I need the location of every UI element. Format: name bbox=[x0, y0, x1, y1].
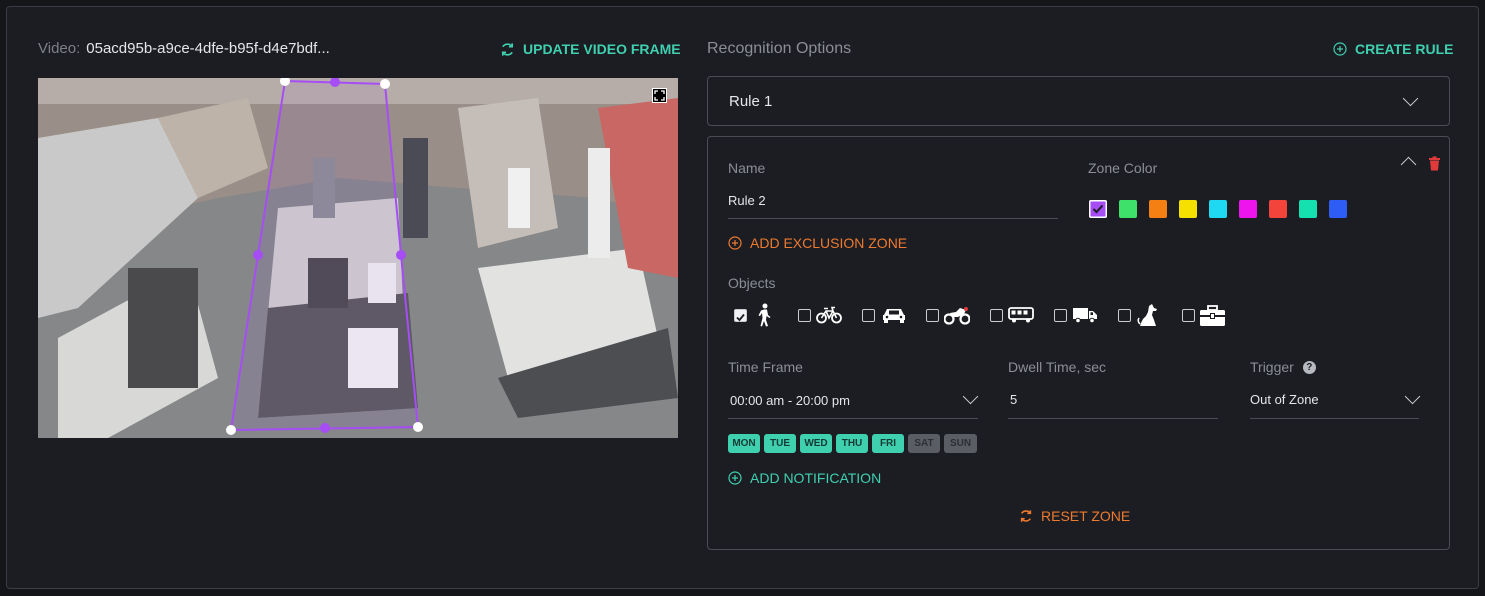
time-frame-label: Time Frame bbox=[728, 359, 803, 375]
day-chip-fri[interactable]: FRI bbox=[872, 434, 904, 453]
rule-1-accordion[interactable]: Rule 1 bbox=[707, 76, 1450, 126]
zone-color-swatch[interactable] bbox=[1209, 200, 1227, 218]
day-chip-mon[interactable]: MON bbox=[728, 434, 760, 453]
object-checkbox-car[interactable] bbox=[862, 309, 875, 322]
trash-icon[interactable] bbox=[1428, 156, 1441, 171]
trigger-label-row: Trigger ? bbox=[1250, 359, 1316, 375]
video-label: Video: 05acd95b-a9ce-4dfe-b95f-d4e7bdf... bbox=[38, 40, 330, 57]
day-chip-thu[interactable]: THU bbox=[836, 434, 868, 453]
time-frame-value: 00:00 am - 20:00 pm bbox=[730, 393, 850, 408]
create-rule-button[interactable]: CREATE RULE bbox=[1333, 41, 1454, 57]
time-frame-select[interactable]: 00:00 am - 20:00 pm bbox=[728, 386, 979, 419]
name-value: Rule 2 bbox=[728, 193, 766, 208]
dog-icon bbox=[1137, 304, 1157, 326]
bicycle-icon bbox=[816, 306, 842, 324]
refresh-icon bbox=[501, 42, 514, 56]
day-chip-sun[interactable]: SUN bbox=[944, 434, 977, 453]
object-checkbox-bag[interactable] bbox=[1182, 309, 1195, 322]
chevron-down-icon bbox=[1404, 388, 1421, 405]
plus-circle-icon bbox=[1333, 42, 1347, 56]
object-checkbox-motorcycle[interactable] bbox=[926, 309, 939, 322]
dwell-time-label: Dwell Time, sec bbox=[1008, 359, 1107, 375]
trigger-value: Out of Zone bbox=[1250, 392, 1319, 407]
create-rule-label: CREATE RULE bbox=[1355, 41, 1454, 57]
object-checkbox-dog[interactable] bbox=[1118, 309, 1131, 322]
recognition-options-title: Recognition Options bbox=[707, 40, 852, 57]
object-checkbox-bus[interactable] bbox=[990, 309, 1003, 322]
object-checkbox-person[interactable] bbox=[734, 309, 747, 322]
refresh-icon bbox=[1020, 510, 1032, 522]
objects-label: Objects bbox=[728, 275, 776, 291]
day-chip-wed[interactable]: WED bbox=[800, 434, 832, 453]
store-scene bbox=[38, 78, 678, 438]
plus-circle-icon bbox=[728, 471, 742, 485]
update-video-frame-button[interactable]: UPDATE VIDEO FRAME bbox=[500, 41, 681, 57]
plus-circle-icon bbox=[728, 236, 742, 250]
trigger-label: Trigger bbox=[1250, 359, 1294, 375]
add-exclusion-zone-button[interactable]: ADD EXCLUSION ZONE bbox=[728, 235, 907, 251]
dwell-time-input[interactable]: 5 bbox=[1008, 386, 1218, 419]
bag-icon bbox=[1200, 305, 1225, 326]
zone-color-swatch[interactable] bbox=[1269, 200, 1287, 218]
video-id: 05acd95b-a9ce-4dfe-b95f-d4e7bdf... bbox=[86, 40, 330, 57]
bus-icon bbox=[1008, 307, 1034, 323]
reset-zone-button[interactable]: RESET ZONE bbox=[1019, 508, 1130, 524]
trigger-select[interactable]: Out of Zone bbox=[1250, 386, 1421, 419]
video-label-text: Video: bbox=[38, 40, 81, 57]
help-icon[interactable]: ? bbox=[1302, 360, 1316, 374]
zone-color-swatch[interactable] bbox=[1329, 200, 1347, 218]
rule-1-label: Rule 1 bbox=[729, 93, 773, 110]
fullscreen-icon[interactable] bbox=[652, 88, 667, 103]
chevron-down-icon bbox=[962, 388, 979, 405]
truck-icon bbox=[1073, 308, 1097, 324]
check-icon bbox=[736, 313, 745, 322]
motorcycle-icon bbox=[944, 307, 970, 325]
zone-color-swatch[interactable] bbox=[1119, 200, 1137, 218]
person-icon bbox=[758, 303, 771, 327]
video-frame[interactable] bbox=[38, 78, 678, 438]
object-checkbox-truck[interactable] bbox=[1054, 309, 1067, 322]
add-notification-label: ADD NOTIFICATION bbox=[750, 470, 882, 486]
zone-color-swatch[interactable] bbox=[1299, 200, 1317, 218]
car-icon bbox=[883, 309, 905, 323]
zone-color-swatch[interactable] bbox=[1239, 200, 1257, 218]
dwell-time-value: 5 bbox=[1010, 392, 1018, 407]
reset-zone-label: RESET ZONE bbox=[1041, 508, 1131, 524]
object-checkbox-bicycle[interactable] bbox=[798, 309, 811, 322]
day-chip-sat[interactable]: SAT bbox=[908, 434, 940, 453]
update-video-frame-label: UPDATE VIDEO FRAME bbox=[523, 41, 681, 57]
zone-color-swatch[interactable] bbox=[1149, 200, 1167, 218]
add-notification-button[interactable]: ADD NOTIFICATION bbox=[728, 470, 881, 486]
add-exclusion-zone-label: ADD EXCLUSION ZONE bbox=[750, 235, 908, 251]
check-icon bbox=[1092, 204, 1104, 214]
zone-color-swatch[interactable] bbox=[1179, 200, 1197, 218]
name-label: Name bbox=[728, 160, 766, 176]
zone-color-swatch[interactable] bbox=[1089, 200, 1107, 218]
zone-color-label: Zone Color bbox=[1088, 160, 1158, 176]
name-input[interactable]: Rule 2 bbox=[728, 188, 1058, 219]
day-chip-tue[interactable]: TUE bbox=[764, 434, 796, 453]
chevron-down-icon bbox=[1402, 90, 1419, 107]
